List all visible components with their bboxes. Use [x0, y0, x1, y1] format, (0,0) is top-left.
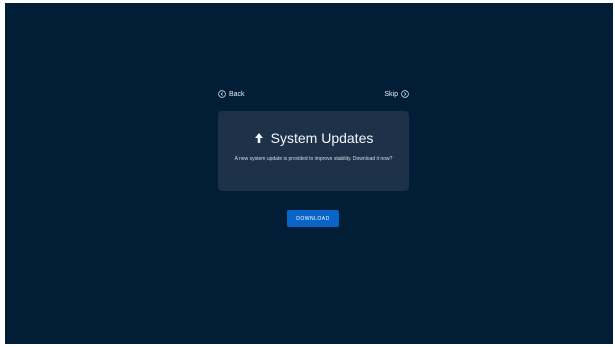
update-screen: Back Skip System Updates A new system up… [5, 3, 613, 344]
arrow-up-icon [254, 132, 264, 144]
card-title-row: System Updates [218, 130, 409, 146]
skip-button[interactable]: Skip [384, 90, 409, 98]
navigation-row: Back Skip [218, 90, 409, 104]
chevron-right-circle-icon [401, 90, 409, 98]
update-card: System Updates A new system update is pr… [218, 111, 409, 191]
chevron-left-circle-icon [218, 90, 226, 98]
card-title: System Updates [270, 130, 374, 146]
download-button[interactable]: DOWNLOAD [287, 210, 339, 227]
back-button[interactable]: Back [218, 90, 245, 98]
skip-label: Skip [384, 90, 398, 98]
card-description: A new system update is provided to impro… [234, 156, 393, 162]
back-label: Back [229, 90, 245, 98]
